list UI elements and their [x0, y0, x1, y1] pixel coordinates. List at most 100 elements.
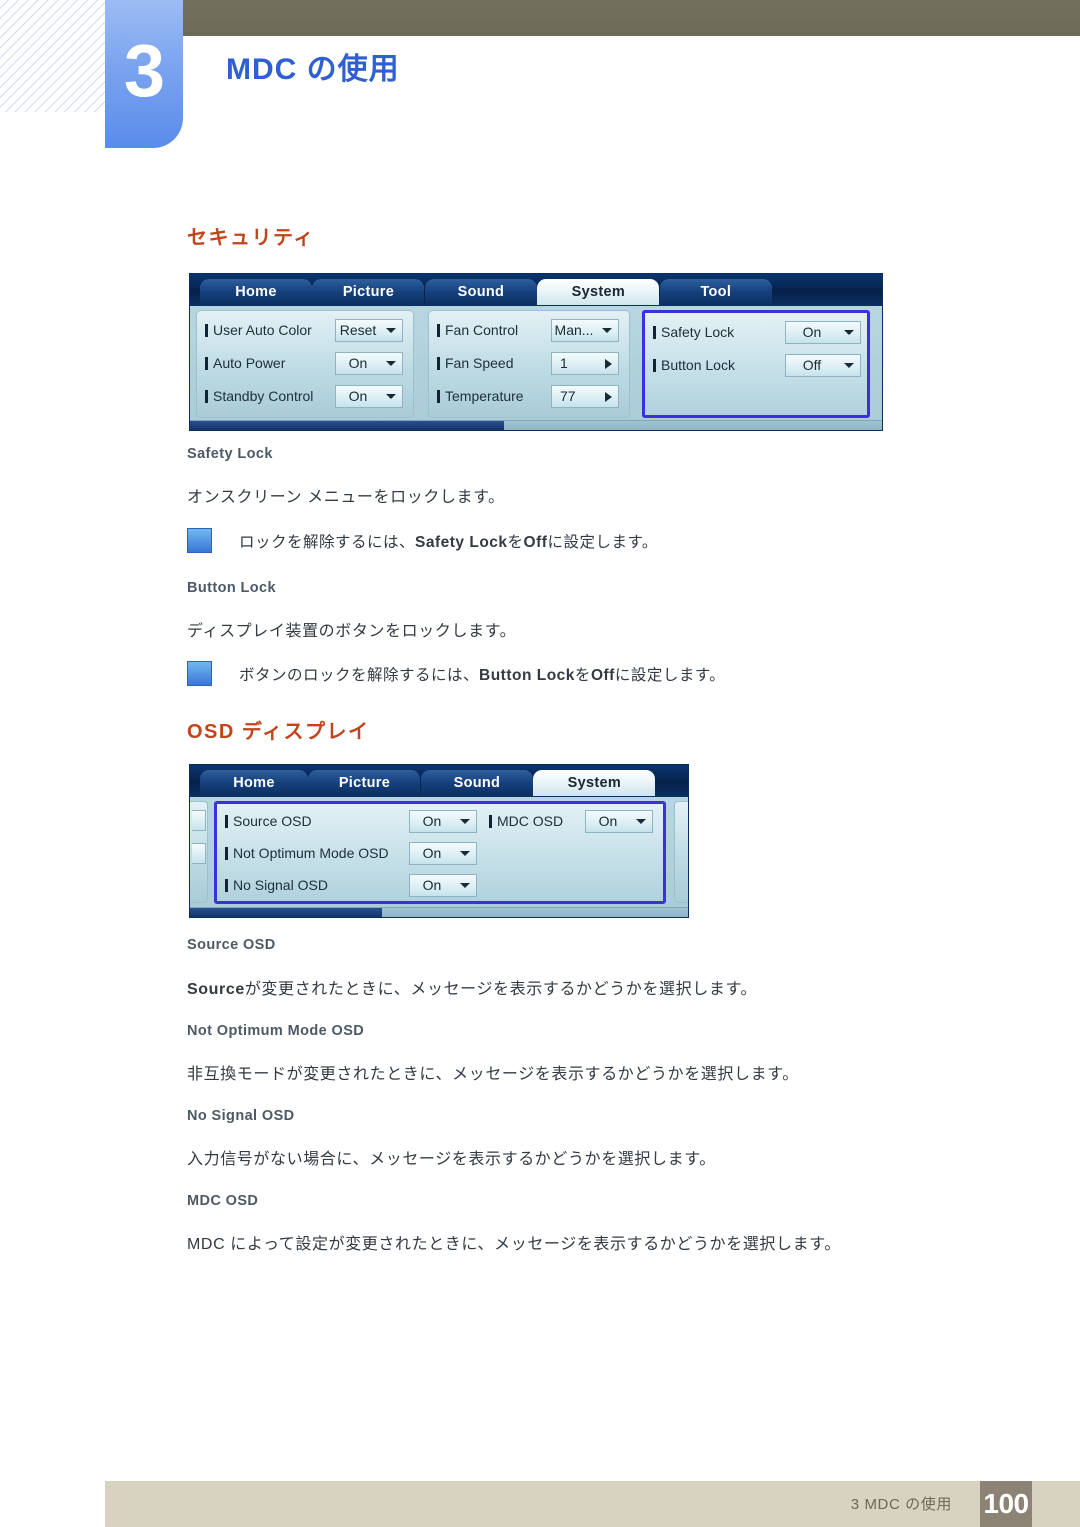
note-pen-icon: [187, 528, 212, 553]
mdc-value-source-osd: On: [422, 813, 442, 829]
mdc-spinner-temperature[interactable]: 77: [551, 385, 619, 408]
chevron-down-icon: [460, 883, 470, 888]
mdc-dropdown-no-signal-osd[interactable]: On: [409, 874, 477, 897]
mdc-value-no-signal-osd: On: [422, 877, 442, 893]
mdc-osd-body: Source OSD On MDC OSD On Not Optimum Mod…: [190, 797, 688, 917]
mdc-osd-tab-home[interactable]: Home: [200, 770, 308, 796]
mdc-osd-scrollbar-thumb[interactable]: [190, 908, 382, 917]
mdc-value-auto-power: On: [348, 355, 368, 371]
corner-hatch-decoration: [0, 0, 105, 112]
mdc-osd-tab-system[interactable]: System: [533, 770, 656, 796]
mdc-system-screenshot: Home Picture Sound System Tool User Auto…: [190, 274, 882, 430]
mdc-value-user-auto-color: Reset: [339, 322, 377, 338]
mdc-dropdown-source-osd[interactable]: On: [409, 810, 477, 833]
note-safety-lock-text: ロックを解除するには、Safety LockをOffに設定します。: [239, 534, 658, 551]
mdc-tab-home[interactable]: Home: [200, 279, 312, 305]
term-button-lock: Button Lock: [187, 580, 276, 596]
chevron-right-icon: [605, 392, 612, 402]
note-button-lock-text: ボタンのロックを解除するには、Button LockをOffに設定します。: [239, 667, 726, 684]
mdc-label-fan-control: Fan Control: [437, 317, 518, 344]
mdc-dropdown-auto-power[interactable]: On: [335, 352, 403, 375]
mdc-system-tabbar: Home Picture Sound System Tool: [190, 274, 882, 306]
mdc-osd-clipped-left-group: [190, 801, 208, 903]
desc-not-optimum-mode-osd: 非互換モードが変更されたときに、メッセージを表示するかどうかを選択します。: [187, 1066, 799, 1083]
mdc-label-not-optimum-mode-osd: Not Optimum Mode OSD: [225, 840, 389, 867]
mdc-group-osd-highlighted: Source OSD On MDC OSD On Not Optimum Mod…: [214, 801, 666, 904]
mdc-row-fan-speed: Fan Speed 1: [429, 350, 629, 377]
mdc-osd-screenshot: Home Picture Sound System Tool Source OS…: [190, 765, 688, 917]
desc-button-lock: ディスプレイ装置のボタンをロックします。: [187, 623, 517, 640]
mdc-label-user-auto-color: User Auto Color: [205, 317, 312, 344]
mdc-value-standby-control: On: [348, 388, 368, 404]
mdc-row-temperature: Temperature 77: [429, 383, 629, 410]
page-title: MDC の使用: [226, 53, 400, 86]
mdc-osd-clipped-control-2[interactable]: [192, 843, 206, 864]
mdc-group-display: User Auto Color Reset Auto Power On Stan…: [196, 310, 414, 418]
mdc-tab-tool[interactable]: Tool: [659, 279, 772, 305]
mdc-dropdown-standby-control[interactable]: On: [335, 385, 403, 408]
chevron-down-icon: [386, 328, 396, 333]
mdc-osd-horizontal-scrollbar[interactable]: [190, 907, 688, 917]
mdc-group-lock-highlighted: Safety Lock On Button Lock Off: [642, 310, 870, 418]
mdc-dropdown-user-auto-color[interactable]: Reset: [335, 319, 403, 342]
mdc-value-not-optimum-mode-osd: On: [422, 845, 442, 861]
mdc-value-safety-lock: On: [802, 324, 822, 340]
term-mdc-osd: MDC OSD: [187, 1193, 259, 1209]
mdc-dropdown-fan-control[interactable]: Man...: [551, 319, 619, 342]
mdc-row-auto-power: Auto Power On: [197, 350, 413, 377]
mdc-spinner-fan-speed[interactable]: 1: [551, 352, 619, 375]
mdc-row-safety-lock: Safety Lock On: [645, 319, 867, 346]
chevron-down-icon: [460, 819, 470, 824]
chevron-down-icon: [386, 394, 396, 399]
term-no-signal-osd: No Signal OSD: [187, 1108, 295, 1124]
mdc-tab-system[interactable]: System: [537, 279, 660, 305]
mdc-group-fan: Fan Control Man... Fan Speed 1 Temperatu…: [428, 310, 630, 418]
chapter-number: 3: [123, 29, 165, 112]
chapter-tab: 3: [105, 0, 183, 148]
term-not-optimum-mode-osd: Not Optimum Mode OSD: [187, 1023, 365, 1039]
mdc-osd-tab-picture[interactable]: Picture: [308, 770, 421, 796]
chevron-down-icon: [636, 819, 646, 824]
mdc-row-standby-control: Standby Control On: [197, 383, 413, 410]
mdc-osd-tab-sound[interactable]: Sound: [420, 770, 533, 796]
mdc-label-no-signal-osd: No Signal OSD: [225, 872, 328, 899]
term-source-osd: Source OSD: [187, 937, 276, 953]
mdc-system-horizontal-scrollbar[interactable]: [190, 420, 882, 430]
mdc-value-temperature: 77: [560, 388, 576, 404]
mdc-osd-clipped-control-1[interactable]: [192, 810, 206, 831]
mdc-row-button-lock: Button Lock Off: [645, 352, 867, 379]
desc-source-osd: Sourceが変更されたときに、メッセージを表示するかどうかを選択します。: [187, 981, 758, 998]
mdc-tab-picture[interactable]: Picture: [312, 279, 425, 305]
mdc-label-fan-speed: Fan Speed: [437, 350, 514, 377]
chevron-down-icon: [602, 328, 612, 333]
page-header-bar: [183, 0, 1080, 36]
mdc-osd-tabbar: Home Picture Sound System Tool: [190, 765, 688, 827]
section-heading-osd: OSD ディスプレイ: [187, 721, 370, 743]
mdc-label-temperature: Temperature: [437, 383, 524, 410]
mdc-row-source-osd: Source OSD On MDC OSD On: [217, 808, 663, 835]
mdc-label-safety-lock: Safety Lock: [653, 319, 734, 346]
mdc-value-fan-control: Man...: [554, 322, 594, 338]
desc-mdc-osd: MDC によって設定が変更されたときに、メッセージを表示するかどうかを選択します…: [187, 1236, 841, 1253]
mdc-system-scrollbar-thumb[interactable]: [190, 421, 504, 430]
note-pen-icon: [187, 661, 212, 686]
mdc-label-standby-control: Standby Control: [205, 383, 313, 410]
mdc-dropdown-not-optimum-mode-osd[interactable]: On: [409, 842, 477, 865]
chevron-down-icon: [844, 330, 854, 335]
mdc-dropdown-mdc-osd[interactable]: On: [585, 810, 653, 833]
mdc-dropdown-button-lock[interactable]: Off: [785, 354, 861, 377]
chevron-down-icon: [844, 363, 854, 368]
mdc-label-button-lock: Button Lock: [653, 352, 735, 379]
mdc-value-button-lock: Off: [802, 357, 822, 373]
mdc-value-fan-speed: 1: [560, 355, 568, 371]
chevron-down-icon: [386, 361, 396, 366]
mdc-osd-clipped-right-group: [674, 801, 688, 903]
mdc-dropdown-safety-lock[interactable]: On: [785, 321, 861, 344]
mdc-system-body: User Auto Color Reset Auto Power On Stan…: [190, 306, 882, 430]
mdc-row-fan-control: Fan Control Man...: [429, 317, 629, 344]
desc-no-signal-osd: 入力信号がない場合に、メッセージを表示するかどうかを選択します。: [187, 1151, 716, 1168]
mdc-label-source-osd: Source OSD: [225, 808, 312, 835]
mdc-label-auto-power: Auto Power: [205, 350, 285, 377]
chevron-down-icon: [460, 851, 470, 856]
mdc-tab-sound[interactable]: Sound: [424, 279, 537, 305]
